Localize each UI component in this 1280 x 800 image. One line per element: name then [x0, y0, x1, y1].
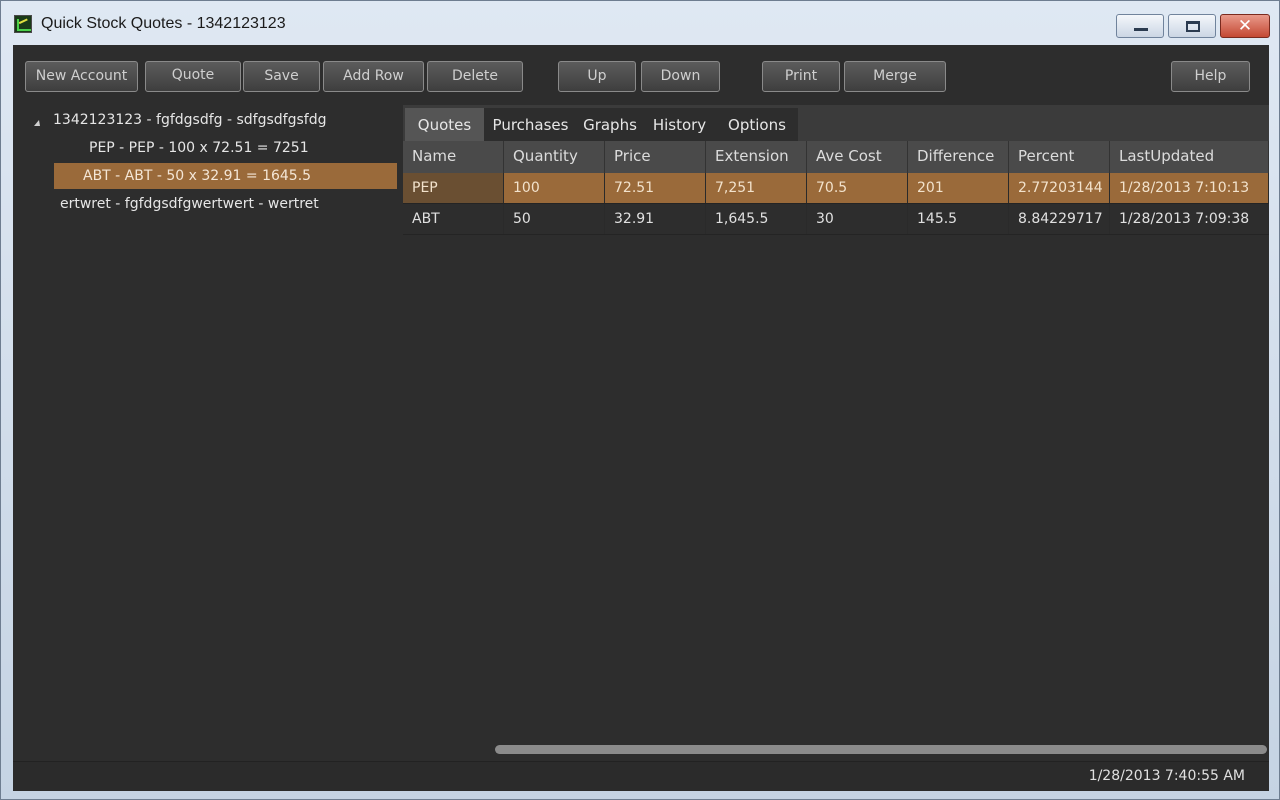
add-row-button[interactable]: Add Row	[323, 61, 424, 92]
tree-item-account[interactable]: 1342123123 - fgfdgsdfg - sdfgsdfgsfdg	[47, 107, 326, 133]
cell-quantity[interactable]: 50	[504, 204, 605, 234]
cell-percent[interactable]: 2.77203144	[1009, 173, 1110, 203]
cell-last-updated[interactable]: 1/28/2013 7:09:38	[1110, 204, 1269, 234]
account-tree: 1342123123 - fgfdgsdfg - sdfgsdfgsfdg PE…	[23, 105, 399, 757]
status-datetime: 1/28/2013 7:40:55 AM	[1088, 768, 1245, 784]
horizontal-scrollbar[interactable]	[483, 744, 1269, 756]
collapse-arrow-icon[interactable]	[34, 120, 40, 126]
header-last-updated[interactable]: LastUpdated	[1110, 141, 1269, 173]
tab-purchases[interactable]: Purchases	[484, 108, 577, 141]
tab-options[interactable]: Options	[716, 108, 798, 141]
delete-button[interactable]: Delete	[427, 61, 523, 92]
quotes-grid: Name Quantity Price Extension Ave Cost D…	[403, 141, 1269, 741]
merge-button[interactable]: Merge	[844, 61, 946, 92]
cell-difference[interactable]: 201	[908, 173, 1009, 203]
cell-name[interactable]: PEP	[403, 173, 504, 203]
new-account-button[interactable]: New Account	[25, 61, 138, 92]
status-bar: 1/28/2013 7:40:55 AM	[13, 761, 1269, 791]
cell-difference[interactable]: 145.5	[908, 204, 1009, 234]
table-row[interactable]: PEP 100 72.51 7,251 70.5 201 2.77203144 …	[403, 173, 1269, 204]
header-name[interactable]: Name	[403, 141, 504, 173]
cell-extension[interactable]: 1,645.5	[706, 204, 807, 234]
cell-name[interactable]: ABT	[403, 204, 504, 234]
close-button[interactable]: ✕	[1220, 14, 1270, 38]
tab-graphs[interactable]: Graphs	[577, 108, 643, 141]
header-extension[interactable]: Extension	[706, 141, 807, 173]
header-quantity[interactable]: Quantity	[504, 141, 605, 173]
cell-extension[interactable]: 7,251	[706, 173, 807, 203]
cell-price[interactable]: 72.51	[605, 173, 706, 203]
title-bar[interactable]: Quick Stock Quotes - 1342123123 ✕	[1, 1, 1279, 45]
window-title: Quick Stock Quotes - 1342123123	[41, 15, 286, 32]
table-row[interactable]: ABT 50 32.91 1,645.5 30 145.5 8.84229717…	[403, 204, 1269, 235]
cell-quantity[interactable]: 100	[504, 173, 605, 203]
cell-last-updated[interactable]: 1/28/2013 7:10:13	[1110, 173, 1269, 203]
grid-header-row: Name Quantity Price Extension Ave Cost D…	[403, 141, 1269, 173]
stock-chart-icon	[14, 15, 32, 33]
tree-item-ertwret[interactable]: ertwret - fgfdgsdfgwertwert - wertret	[54, 191, 319, 217]
tree-item-pep[interactable]: PEP - PEP - 100 x 72.51 = 7251	[83, 135, 309, 161]
cell-price[interactable]: 32.91	[605, 204, 706, 234]
tab-quotes[interactable]: Quotes	[405, 108, 484, 141]
quote-button[interactable]: Quote	[145, 61, 241, 92]
minimize-icon	[1134, 28, 1148, 31]
maximize-icon	[1186, 21, 1200, 32]
cell-percent[interactable]: 8.84229717	[1009, 204, 1110, 234]
print-button[interactable]: Print	[762, 61, 840, 92]
up-button[interactable]: Up	[558, 61, 636, 92]
header-ave-cost[interactable]: Ave Cost	[807, 141, 908, 173]
minimize-button[interactable]	[1116, 14, 1164, 38]
cell-ave-cost[interactable]: 70.5	[807, 173, 908, 203]
down-button[interactable]: Down	[641, 61, 720, 92]
maximize-button[interactable]	[1168, 14, 1216, 38]
cell-ave-cost[interactable]: 30	[807, 204, 908, 234]
tree-item-abt[interactable]: ABT - ABT - 50 x 32.91 = 1645.5	[54, 163, 397, 189]
header-price[interactable]: Price	[605, 141, 706, 173]
toolbar: New Account Quote Save Add Row Delete Up…	[13, 45, 1269, 103]
tab-strip: Quotes Purchases Graphs History Options	[403, 105, 1269, 141]
close-icon: ✕	[1237, 16, 1253, 36]
header-percent[interactable]: Percent	[1009, 141, 1110, 173]
save-button[interactable]: Save	[243, 61, 320, 92]
client-area: New Account Quote Save Add Row Delete Up…	[13, 45, 1269, 791]
scrollbar-thumb[interactable]	[495, 745, 1267, 754]
app-window: Quick Stock Quotes - 1342123123 ✕ New Ac…	[0, 0, 1280, 800]
header-difference[interactable]: Difference	[908, 141, 1009, 173]
help-button[interactable]: Help	[1171, 61, 1250, 92]
tab-history[interactable]: History	[643, 108, 716, 141]
